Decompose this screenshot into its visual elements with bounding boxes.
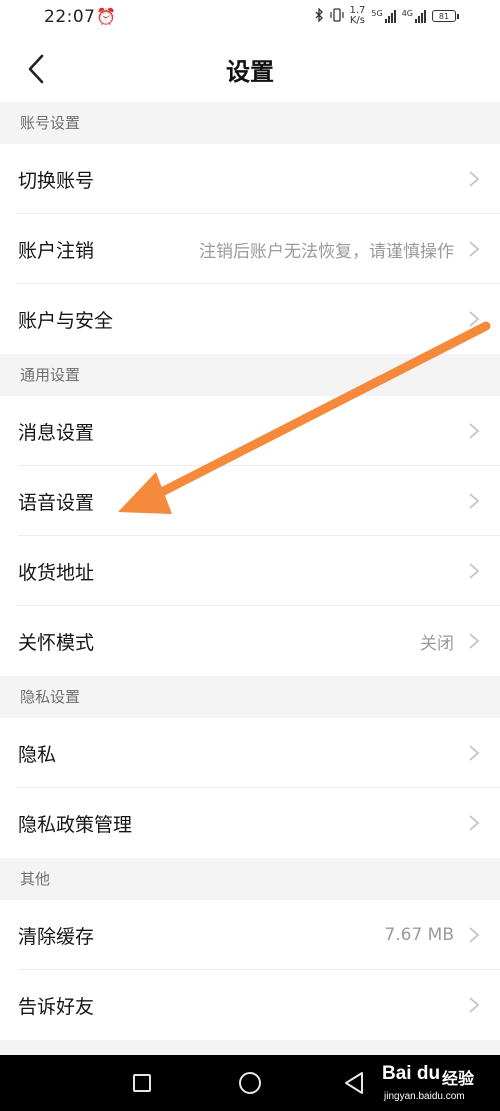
settings-row-shipping-address[interactable]: 收货地址 <box>0 536 500 606</box>
section-header-privacy: 隐私设置 <box>0 676 500 718</box>
row-label: 清除缓存 <box>18 925 95 948</box>
chevron-right-icon <box>469 997 480 1013</box>
chevron-right-icon <box>469 423 480 439</box>
settings-row-message-settings[interactable]: 消息设置 <box>0 396 500 466</box>
chevron-right-icon <box>469 927 480 943</box>
settings-row-clear-cache[interactable]: 清除缓存 7.67 MB <box>0 900 500 970</box>
row-label: 账户与安全 <box>18 309 114 332</box>
chevron-right-icon <box>469 815 480 831</box>
row-label: 告诉好友 <box>18 995 95 1018</box>
nav-bar: 设置 <box>0 36 500 102</box>
settings-list: 账号设置 切换账号 账户注销 注销后账户无法恢复，请谨慎操作 账户与安全 通用设… <box>0 102 500 1040</box>
sim2-label: 4G <box>401 9 413 18</box>
network-speed: 1.7 K/s <box>350 6 366 26</box>
settings-row-tell-friends[interactable]: 告诉好友 <box>0 970 500 1040</box>
status-time: 22:07 <box>44 7 96 27</box>
section-header-other: 其他 <box>0 858 500 900</box>
row-value: 注销后账户无法恢复，请谨慎操作 <box>199 241 454 262</box>
alarm-clock-icon: ⏰ <box>96 7 116 26</box>
vibrate-icon <box>329 7 344 25</box>
chevron-right-icon <box>469 633 480 649</box>
chevron-right-icon <box>469 493 480 509</box>
settings-row-care-mode[interactable]: 关怀模式 关闭 <box>0 606 500 676</box>
row-value: 关闭 <box>420 633 454 654</box>
row-label: 关怀模式 <box>18 631 95 654</box>
settings-row-account-security[interactable]: 账户与安全 <box>0 284 500 354</box>
watermark-text: 经验 <box>442 1069 475 1088</box>
row-label: 切换账号 <box>18 169 95 192</box>
sim1-label: 5G <box>371 9 383 18</box>
watermark-url: jingyan.baidu.com <box>384 1091 465 1102</box>
status-bar: 22:07 ⏰ 1.7 K/s 5G 4G 81 <box>0 0 500 36</box>
section-header-general: 通用设置 <box>0 354 500 396</box>
section-header-account: 账号设置 <box>0 102 500 144</box>
watermark-logo: Bai du <box>382 1063 441 1084</box>
baidu-watermark: Bai du 经验 jingyan.baidu.com <box>380 1061 496 1107</box>
battery-icon: 81 <box>432 10 459 22</box>
settings-row-switch-account[interactable]: 切换账号 <box>0 144 500 214</box>
settings-row-privacy-policy[interactable]: 隐私政策管理 <box>0 788 500 858</box>
bluetooth-icon <box>314 6 324 25</box>
circle-icon[interactable] <box>239 1072 261 1094</box>
triangle-back-icon[interactable] <box>343 1071 365 1095</box>
row-label: 隐私 <box>18 743 57 766</box>
row-label: 消息设置 <box>18 421 95 444</box>
signal-icon-2: 4G <box>402 9 426 23</box>
signal-icon: 5G <box>371 9 396 23</box>
settings-row-privacy[interactable]: 隐私 <box>0 718 500 788</box>
row-label: 语音设置 <box>18 491 95 514</box>
status-icons: 1.7 K/s 5G 4G 81 <box>314 6 459 26</box>
row-label: 收货地址 <box>18 561 95 584</box>
network-speed-unit: K/s <box>349 15 366 26</box>
chevron-right-icon <box>469 745 480 761</box>
settings-row-voice-settings[interactable]: 语音设置 <box>0 466 500 536</box>
chevron-right-icon <box>469 311 480 327</box>
settings-row-account-cancellation[interactable]: 账户注销 注销后账户无法恢复，请谨慎操作 <box>0 214 500 284</box>
system-nav-bar: Bai du 经验 jingyan.baidu.com <box>0 1055 500 1111</box>
chevron-right-icon <box>469 563 480 579</box>
row-label: 隐私政策管理 <box>18 813 133 836</box>
chevron-right-icon <box>469 241 480 257</box>
row-value: 7.67 MB <box>384 925 454 945</box>
square-icon[interactable] <box>133 1074 151 1092</box>
chevron-right-icon <box>469 171 480 187</box>
row-label: 账户注销 <box>18 239 95 262</box>
page-title: 设置 <box>226 58 274 86</box>
